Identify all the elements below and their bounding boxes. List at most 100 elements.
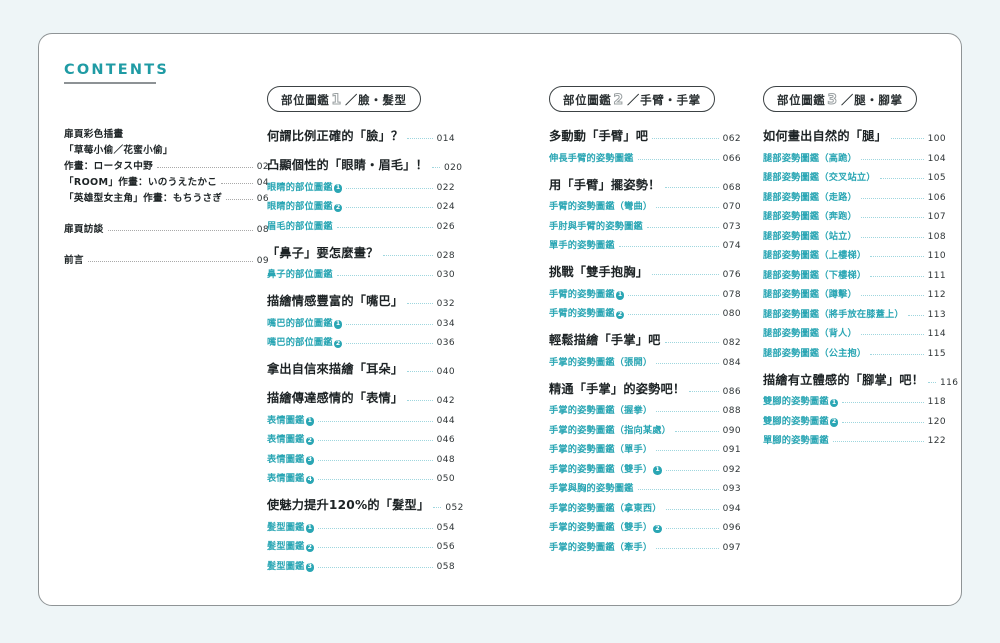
toc-entry-sub[interactable]: 手臂的姿勢圖鑑 2 080 xyxy=(549,305,741,319)
toc-entry-main[interactable]: 多動動「手臂」吧 062 xyxy=(549,126,741,144)
toc-entry-sub[interactable]: 手掌的姿勢圖鑑（拿東西） 094 xyxy=(549,500,741,514)
toc-entry-sub[interactable]: 手掌與胸的姿勢圖鑑 093 xyxy=(549,480,741,494)
toc-entry-sub[interactable]: 眼睛的部位圖鑑 1 022 xyxy=(267,179,455,193)
toc-entry-main[interactable]: 用「手臂」擺姿勢！ 068 xyxy=(549,175,741,193)
toc-entry-sub[interactable]: 髮型圖鑑 1 054 xyxy=(267,519,455,533)
toc-entry-label: 鼻子的部位圖鑑 xyxy=(267,269,333,280)
toc-entry-sub[interactable]: 單手的姿勢圖鑑 074 xyxy=(549,237,741,251)
toc-entry-main[interactable]: 挑戰「雙手抱胸」 076 xyxy=(549,262,741,280)
front-matter-item[interactable]: 扉頁彩色插畫 xyxy=(64,126,269,140)
toc-entry-label: 手掌的姿勢圖鑑（拿東西） xyxy=(549,502,662,514)
toc-entry-sub[interactable]: 嘴巴的部位圖鑑 2 036 xyxy=(267,334,455,348)
toc-entry-sub[interactable]: 單腳的姿勢圖鑑 122 xyxy=(763,432,946,446)
toc-entry-main[interactable]: 描繪情感豐富的「嘴巴」 032 xyxy=(267,291,455,309)
toc-entry-sub[interactable]: 手掌的姿勢圖鑑（張開） 084 xyxy=(549,354,741,368)
front-matter-label: 扉頁訪談 xyxy=(64,224,104,235)
front-matter-item[interactable]: 「ROOM」作畫：いのうえたかこ 04 xyxy=(64,174,269,188)
entry-number-badge: 4 xyxy=(305,475,315,484)
toc-entry-main[interactable]: 精通「手掌」的姿勢吧！ 086 xyxy=(549,379,741,397)
front-matter-item[interactable]: 「草莓小偷／花蜜小偷」 xyxy=(64,142,269,156)
toc-entry-sub[interactable]: 鼻子的部位圖鑑 030 xyxy=(267,266,455,280)
toc-entry-sub[interactable]: 手掌的姿勢圖鑑（雙手） 2 096 xyxy=(549,519,741,533)
toc-entry-main[interactable]: 如何畫出自然的「腿」 100 xyxy=(763,126,946,144)
toc-entry-sub[interactable]: 眉毛的部位圖鑑 026 xyxy=(267,218,455,232)
toc-entry-sub[interactable]: 手掌的姿勢圖鑑（牽手） 097 xyxy=(549,539,741,553)
toc-entry-sub[interactable]: 腿部姿勢圖鑑（交叉站立） 105 xyxy=(763,169,946,183)
toc-entry-label: 髮型圖鑑 xyxy=(267,541,305,552)
dot-leader xyxy=(127,135,265,136)
toc-entry-sub[interactable]: 腿部姿勢圖鑑（走路） 106 xyxy=(763,189,946,203)
toc-entry-main[interactable]: 凸顯個性的「眼睛・眉毛」！ 020 xyxy=(267,155,462,173)
toc-entry-sub[interactable]: 伸長手臂的姿勢圖鑑 066 xyxy=(549,150,741,164)
toc-entry-sub[interactable]: 手臂的姿勢圖鑑（彎曲） 070 xyxy=(549,198,741,212)
toc-entry-sub[interactable]: 手臂的姿勢圖鑑 1 078 xyxy=(549,286,741,300)
toc-entry-sub[interactable]: 手掌的姿勢圖鑑（握拳） 088 xyxy=(549,402,741,416)
page-number: 056 xyxy=(436,542,455,552)
toc-entry-main[interactable]: 描繪傳達感情的「表情」 042 xyxy=(267,388,455,406)
toc-entry-sub[interactable]: 表情圖鑑 3 048 xyxy=(267,451,455,465)
front-matter-item[interactable]: 作畫：ロータス中野 02 xyxy=(64,158,269,172)
toc-entry-sub[interactable]: 雙腳的姿勢圖鑑 1 118 xyxy=(763,393,946,407)
page-number: 062 xyxy=(722,134,741,144)
page-number: 084 xyxy=(722,357,741,368)
front-matter-label: 扉頁彩色插畫 xyxy=(64,129,124,140)
toc-entry-sub[interactable]: 腿部姿勢圖鑑（蹲擊） 112 xyxy=(763,286,946,300)
toc-entry-main[interactable]: 何謂比例正確的「臉」？ 014 xyxy=(267,126,455,144)
toc-entry-main[interactable]: 使魅力提升120%的「髮型」 052 xyxy=(267,495,463,513)
toc-entry-label: 拿出自信來描繪「耳朵」 xyxy=(267,362,404,376)
section-pill-number: 3 xyxy=(827,91,839,108)
dot-leader xyxy=(656,410,719,412)
toc-entry-label: 手臂的姿勢圖鑑 xyxy=(549,308,615,319)
toc-entry-sub[interactable]: 表情圖鑑 2 046 xyxy=(267,431,455,445)
dot-leader xyxy=(226,198,253,200)
toc-entry-sub[interactable]: 腿部姿勢圖鑑（將手放在膝蓋上） 113 xyxy=(763,306,946,320)
toc-entry-label: 表情圖鑑 xyxy=(267,434,305,445)
page-number: 122 xyxy=(927,436,946,446)
toc-entry-label: 輕鬆描繪「手掌」吧 xyxy=(549,333,661,347)
entry-number-badge: 1 xyxy=(305,417,315,426)
dot-leader xyxy=(890,137,924,139)
toc-entry-sub[interactable]: 腿部姿勢圖鑑（高跪） 104 xyxy=(763,150,946,164)
toc-entry-sub[interactable]: 手肘與手臂的姿勢圖鑑 073 xyxy=(549,218,741,232)
toc-entry-label: 精通「手掌」的姿勢吧！ xyxy=(549,381,686,396)
dot-leader xyxy=(860,197,924,199)
toc-entry-sub[interactable]: 腿部姿勢圖鑑（下樓梯） 111 xyxy=(763,267,946,281)
dot-leader xyxy=(221,182,253,184)
dot-leader xyxy=(656,206,719,208)
toc-entry-sub[interactable]: 腿部姿勢圖鑑（背人） 114 xyxy=(763,325,946,339)
toc-entry-sub[interactable]: 嘴巴的部位圖鑑 1 034 xyxy=(267,315,455,329)
front-matter-item[interactable]: 扉頁訪談 08 xyxy=(64,221,269,235)
entry-number-badge: 1 xyxy=(305,524,315,533)
toc-entry-main[interactable]: 拿出自信來描繪「耳朵」 040 xyxy=(267,359,455,377)
page-number: 030 xyxy=(436,270,455,280)
toc-entry-main[interactable]: 輕鬆描繪「手掌」吧 082 xyxy=(549,330,741,348)
toc-entry-label: 手掌的姿勢圖鑑（牽手） xyxy=(549,541,653,553)
section-pill-2: 部位圖鑑 2 ／手臂・手掌 xyxy=(549,86,715,112)
dot-leader xyxy=(656,449,719,451)
front-matter-item[interactable]: 「英雄型女主角」作畫：もちうさぎ 06 xyxy=(64,190,269,204)
page-number: 080 xyxy=(722,309,741,319)
section-entry-list: 如何畫出自然的「腿」 100 腿部姿勢圖鑑（高跪） 104 腿部姿勢圖鑑（交叉站立） 10… xyxy=(763,126,958,446)
toc-entry-sub[interactable]: 手掌的姿勢圖鑑（單手） 091 xyxy=(549,441,741,455)
page-number: 014 xyxy=(436,134,455,144)
toc-entry-sub[interactable]: 腿部姿勢圖鑑（上樓梯） 110 xyxy=(763,247,946,261)
toc-entry-sub[interactable]: 手掌的姿勢圖鑑（指向某處） 090 xyxy=(549,422,741,436)
toc-entry-sub[interactable]: 手掌的姿勢圖鑑（雙手） 1 092 xyxy=(549,461,741,475)
toc-entry-sub[interactable]: 腿部姿勢圖鑑（奔跑） 107 xyxy=(763,208,946,222)
toc-entry-sub[interactable]: 眼睛的部位圖鑑 2 024 xyxy=(267,198,455,212)
dot-leader xyxy=(177,151,265,152)
toc-entry-sub[interactable]: 表情圖鑑 1 044 xyxy=(267,412,455,426)
toc-entry-label: 凸顯個性的「眼睛・眉毛」！ xyxy=(267,158,429,172)
toc-entry-main[interactable]: 描繪有立體感的「腳掌」吧！ 116 xyxy=(763,370,958,388)
section-pill-suffix: 手臂・手掌 xyxy=(640,92,701,107)
front-matter-item[interactable]: 前言 09 xyxy=(64,252,269,266)
front-matter-label: 「英雄型女主角」作畫：もちうさぎ xyxy=(64,193,223,204)
toc-entry-sub[interactable]: 腿部姿勢圖鑑（站立） 108 xyxy=(763,228,946,242)
toc-entry-sub[interactable]: 髮型圖鑑 2 056 xyxy=(267,538,455,552)
toc-entry-sub[interactable]: 髮型圖鑑 3 058 xyxy=(267,558,455,572)
toc-entry-sub[interactable]: 腿部姿勢圖鑑（公主抱） 115 xyxy=(763,345,946,359)
toc-entry-sub[interactable]: 雙腳的姿勢圖鑑 2 120 xyxy=(763,413,946,427)
toc-entry-label: 腿部姿勢圖鑑（上樓梯） xyxy=(763,250,867,261)
toc-entry-sub[interactable]: 表情圖鑑 4 050 xyxy=(267,470,455,484)
toc-entry-main[interactable]: 「鼻子」要怎麼畫？ 028 xyxy=(267,243,455,261)
